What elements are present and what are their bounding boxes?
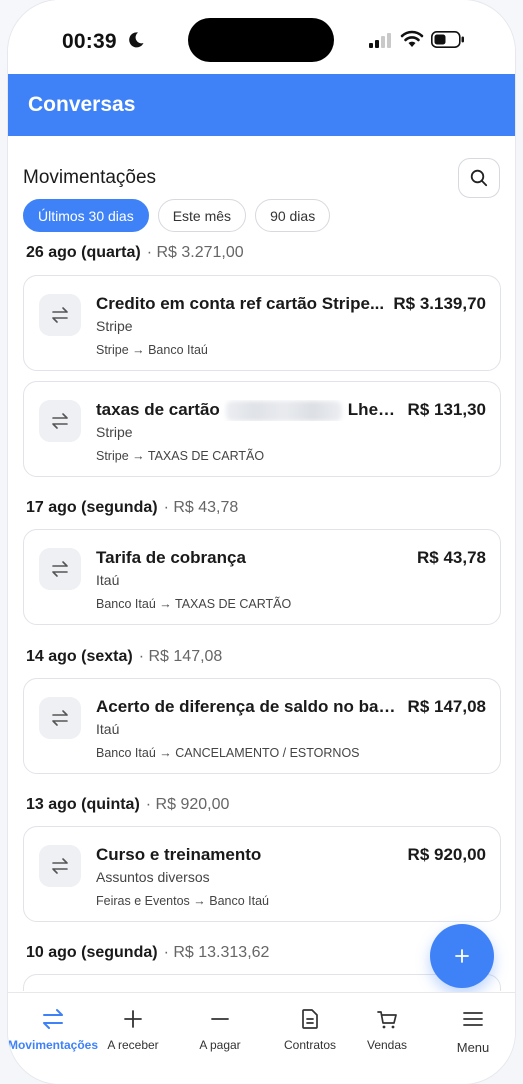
search-icon — [470, 169, 488, 187]
nav-label: Movimentações — [8, 1038, 99, 1052]
transfer-arrows-icon — [43, 1009, 63, 1029]
add-fab-button[interactable] — [430, 924, 494, 988]
transaction-amount: R$ 43,78 — [417, 548, 486, 567]
bottom-nav: Movimentações A receber A pagar Contrato… — [8, 992, 515, 1084]
transaction-account: Assuntos diversos — [96, 869, 210, 885]
transaction-account: Stripe — [96, 318, 133, 334]
document-icon — [302, 1009, 318, 1029]
group-sum: · R$ 13.313,62 — [163, 944, 270, 961]
nav-item-movimentacoes[interactable]: Movimentações — [8, 993, 104, 1057]
group-date: 10 ago (segunda) — [26, 944, 158, 961]
transaction-amount: R$ 131,30 — [407, 400, 486, 419]
transaction-route: Stripe → TAXAS DE CARTÃO — [96, 449, 265, 463]
transaction-card[interactable]: Credito em conta ref cartão Stripe... R$… — [23, 275, 501, 371]
group-sum: · R$ 43,78 — [163, 499, 239, 516]
transaction-route: Stripe → Banco Itaú — [96, 343, 208, 357]
transfer-icon — [39, 294, 81, 336]
transaction-title-suffix: Lhe ... — [347, 400, 396, 419]
group-date: 17 ago (segunda) — [26, 499, 158, 516]
nav-item-a-pagar[interactable]: A pagar — [188, 993, 252, 1057]
cart-icon — [377, 1011, 397, 1029]
dynamic-island — [188, 18, 334, 62]
nav-label: A receber — [107, 1038, 159, 1052]
transaction-title: Tarifa de cobrança — [96, 548, 246, 567]
nav-label: Menu — [456, 1040, 490, 1055]
transaction-card[interactable]: Acerto de diferença de saldo no ban... R… — [23, 678, 501, 774]
minus-icon — [211, 1018, 229, 1020]
wifi-icon — [400, 30, 424, 47]
group-sum: · R$ 147,08 — [138, 648, 223, 665]
nav-label: Contratos — [283, 1038, 337, 1052]
transaction-title: taxas de cartão Lhe ... — [96, 400, 396, 421]
transaction-account: Itaú — [96, 721, 120, 737]
transaction-route: Banco Itaú → CANCELAMENTO / ESTORNOS — [96, 746, 360, 760]
transaction-amount: R$ 147,08 — [407, 697, 486, 716]
battery-icon — [431, 31, 464, 48]
phone-screen: 00:39 Conversas Movimentações Últimos 30… — [8, 0, 515, 1084]
filter-last-30-days[interactable]: Últimos 30 dias — [23, 199, 149, 232]
transaction-account: Stripe — [96, 424, 133, 440]
section-header: Movimentações — [23, 156, 500, 198]
transaction-card[interactable] — [23, 974, 501, 991]
nav-label: A pagar — [199, 1038, 241, 1052]
transaction-title: Credito em conta ref cartão Stripe... — [96, 294, 385, 313]
transactions-content: Movimentações Últimos 30 dias Este mês 9… — [8, 136, 515, 991]
transfer-icon — [39, 845, 81, 887]
nav-item-vendas[interactable]: Vendas — [355, 993, 419, 1057]
transaction-title: Curso e treinamento — [96, 845, 262, 864]
header-title: Conversas — [28, 93, 136, 116]
transaction-card[interactable]: taxas de cartão Lhe ... R$ 131,30 Stripe … — [23, 381, 501, 477]
group-date: 26 ago (quarta) — [26, 244, 141, 261]
section-title: Movimentações — [23, 167, 157, 188]
filter-90-days[interactable]: 90 dias — [255, 199, 331, 232]
nav-item-contratos[interactable]: Contratos — [274, 993, 346, 1057]
transfer-icon — [39, 548, 81, 590]
transaction-card[interactable]: Curso e treinamento R$ 920,00 Assuntos d… — [23, 826, 501, 922]
group-header: 17 ago (segunda) · R$ 43,78 — [26, 499, 238, 517]
redacted-text — [225, 400, 342, 421]
transfer-icon — [39, 697, 81, 739]
transfer-icon — [39, 400, 81, 442]
filter-this-month[interactable]: Este mês — [157, 199, 247, 232]
transaction-route: Feiras e Eventos → Banco Itaú — [96, 894, 270, 908]
status-bar: 00:39 — [8, 0, 515, 78]
nav-item-menu[interactable]: Menu — [441, 993, 505, 1057]
transaction-account: Itaú — [96, 572, 120, 588]
search-button[interactable] — [458, 158, 500, 198]
group-sum: · R$ 3.271,00 — [146, 244, 244, 261]
app-header: Conversas — [8, 74, 515, 136]
hamburger-menu-icon — [463, 1012, 483, 1026]
transaction-amount: R$ 920,00 — [407, 845, 486, 864]
group-header: 14 ago (sexta) · R$ 147,08 — [26, 648, 222, 666]
plus-icon — [455, 949, 469, 963]
group-header: 10 ago (segunda) · R$ 13.313,62 — [26, 944, 269, 962]
group-header: 13 ago (quinta) · R$ 920,00 — [26, 796, 229, 814]
transaction-card[interactable]: Tarifa de cobrança R$ 43,78 Itaú Banco I… — [23, 529, 501, 625]
moon-icon — [129, 32, 144, 48]
transaction-amount: R$ 3.139,70 — [393, 294, 486, 313]
nav-item-a-receber[interactable]: A receber — [101, 993, 165, 1057]
filter-chips: Últimos 30 dias Este mês 90 dias — [23, 199, 331, 232]
nav-label: Vendas — [366, 1038, 408, 1052]
group-header: 26 ago (quarta) · R$ 3.271,00 — [26, 244, 244, 262]
group-date: 13 ago (quinta) — [26, 796, 140, 813]
status-time: 00:39 — [62, 30, 117, 53]
plus-icon — [124, 1010, 142, 1028]
transaction-title-prefix: taxas de cartão — [96, 400, 220, 419]
group-date: 14 ago (sexta) — [26, 648, 133, 665]
transaction-route: Banco Itaú → TAXAS DE CARTÃO — [96, 597, 292, 611]
signal-icon — [369, 33, 391, 48]
transaction-title: Acerto de diferença de saldo no ban... — [96, 697, 396, 716]
group-sum: · R$ 920,00 — [145, 796, 230, 813]
